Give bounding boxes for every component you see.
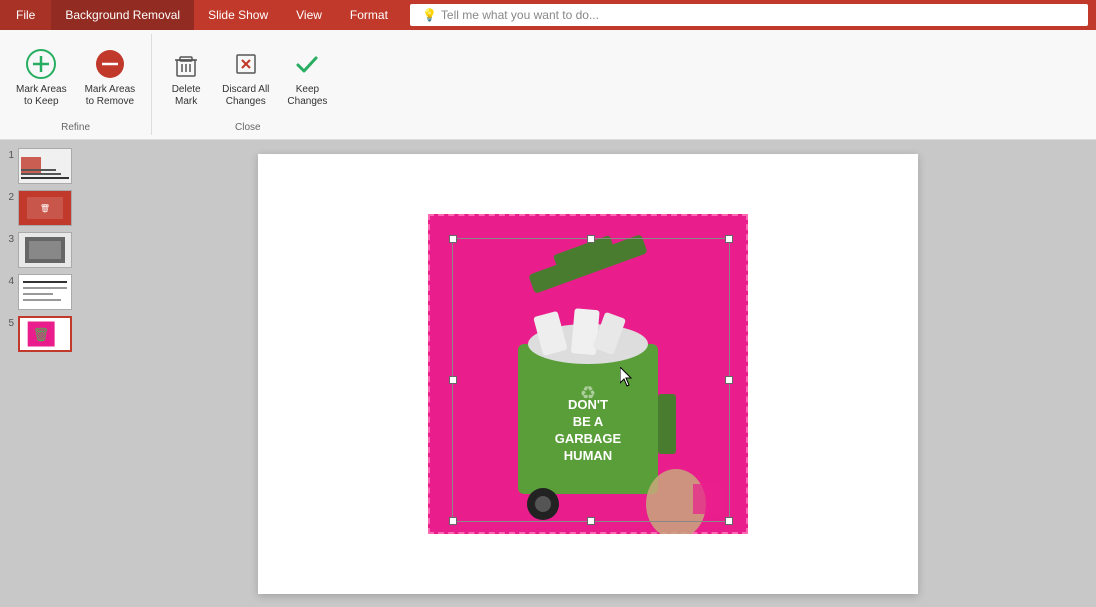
- search-box[interactable]: 💡 Tell me what you want to do...: [410, 4, 1088, 26]
- ribbon-bar: Mark Areasto Keep Mark Areasto Remove Re…: [0, 30, 1096, 140]
- discard-icon: [228, 46, 264, 82]
- discard-all-changes-button[interactable]: Discard AllChanges: [214, 42, 277, 112]
- mark-remove-label: Mark Areasto Remove: [85, 84, 136, 108]
- tab-view-label: View: [296, 8, 322, 22]
- slide-num-3: 3: [4, 234, 14, 245]
- lightbulb-icon: 💡: [422, 8, 437, 22]
- delete-mark-button[interactable]: DeleteMark: [160, 42, 212, 112]
- main-layout: 1 2 🗑 3: [0, 140, 1096, 607]
- slide-img-4: [18, 274, 72, 310]
- slide-num-4: 4: [4, 276, 14, 287]
- slide-num-2: 2: [4, 192, 14, 203]
- tab-file[interactable]: File: [0, 0, 51, 30]
- slide-thumb-4[interactable]: 4: [4, 274, 76, 310]
- mark-remove-icon: [92, 46, 128, 82]
- delete-mark-label: DeleteMark: [172, 84, 201, 108]
- slide-panel: 1 2 🗑 3: [0, 140, 80, 607]
- tab-background-removal[interactable]: Background Removal: [51, 0, 194, 30]
- keep-changes-label: KeepChanges: [287, 84, 327, 108]
- tab-slide-show[interactable]: Slide Show: [194, 0, 282, 30]
- ribbon-group-close: DeleteMark Discard AllChanges: [152, 34, 343, 135]
- slide-thumb-1[interactable]: 1: [4, 148, 76, 184]
- keep-changes-button[interactable]: KeepChanges: [279, 42, 335, 112]
- mark-keep-icon: [23, 46, 59, 82]
- slide-img-3: [18, 232, 72, 268]
- trash-can-image: DON'T BE A GARBAGE HUMAN ♻: [428, 214, 748, 534]
- keep-changes-icon: [289, 46, 325, 82]
- svg-text:HUMAN: HUMAN: [564, 448, 612, 463]
- svg-text:BE A: BE A: [573, 414, 604, 429]
- search-placeholder: Tell me what you want to do...: [441, 8, 599, 22]
- slide-canvas: DON'T BE A GARBAGE HUMAN ♻: [258, 154, 918, 594]
- tab-slide-show-label: Slide Show: [208, 8, 268, 22]
- tab-format-label: Format: [350, 8, 388, 22]
- slide-thumb-2[interactable]: 2 🗑: [4, 190, 76, 226]
- slide-thumb-5[interactable]: 5 🗑: [4, 316, 76, 352]
- tab-view[interactable]: View: [282, 0, 336, 30]
- slide-thumb-3[interactable]: 3: [4, 232, 76, 268]
- refine-group-label: Refine: [0, 122, 151, 133]
- slide-num-1: 1: [4, 150, 14, 161]
- mark-areas-to-keep-button[interactable]: Mark Areasto Keep: [8, 42, 75, 112]
- svg-text:🗑: 🗑: [40, 204, 50, 213]
- svg-text:♻: ♻: [580, 383, 596, 403]
- slide-img-5: 🗑: [18, 316, 72, 352]
- mark-areas-to-remove-button[interactable]: Mark Areasto Remove: [77, 42, 144, 112]
- ribbon-tabs: File Background Removal Slide Show View …: [0, 0, 1096, 30]
- canvas-area: DON'T BE A GARBAGE HUMAN ♻: [80, 140, 1096, 607]
- slide-img-2: 🗑: [18, 190, 72, 226]
- ribbon-group-refine: Mark Areasto Keep Mark Areasto Remove Re…: [0, 34, 152, 135]
- discard-label: Discard AllChanges: [222, 84, 269, 108]
- image-container[interactable]: DON'T BE A GARBAGE HUMAN ♻: [428, 214, 748, 534]
- delete-mark-icon: [168, 46, 204, 82]
- svg-text:🗑: 🗑: [33, 327, 50, 342]
- tab-file-label: File: [16, 8, 35, 22]
- slide-num-5: 5: [4, 318, 14, 329]
- close-buttons: DeleteMark Discard AllChanges: [160, 34, 335, 135]
- tab-format[interactable]: Format: [336, 0, 402, 30]
- tab-background-removal-label: Background Removal: [65, 8, 180, 22]
- close-group-label: Close: [152, 122, 343, 133]
- refine-buttons: Mark Areasto Keep Mark Areasto Remove: [8, 34, 143, 135]
- mark-keep-label: Mark Areasto Keep: [16, 84, 67, 108]
- svg-text:GARBAGE: GARBAGE: [555, 431, 622, 446]
- slide-img-1: [18, 148, 72, 184]
